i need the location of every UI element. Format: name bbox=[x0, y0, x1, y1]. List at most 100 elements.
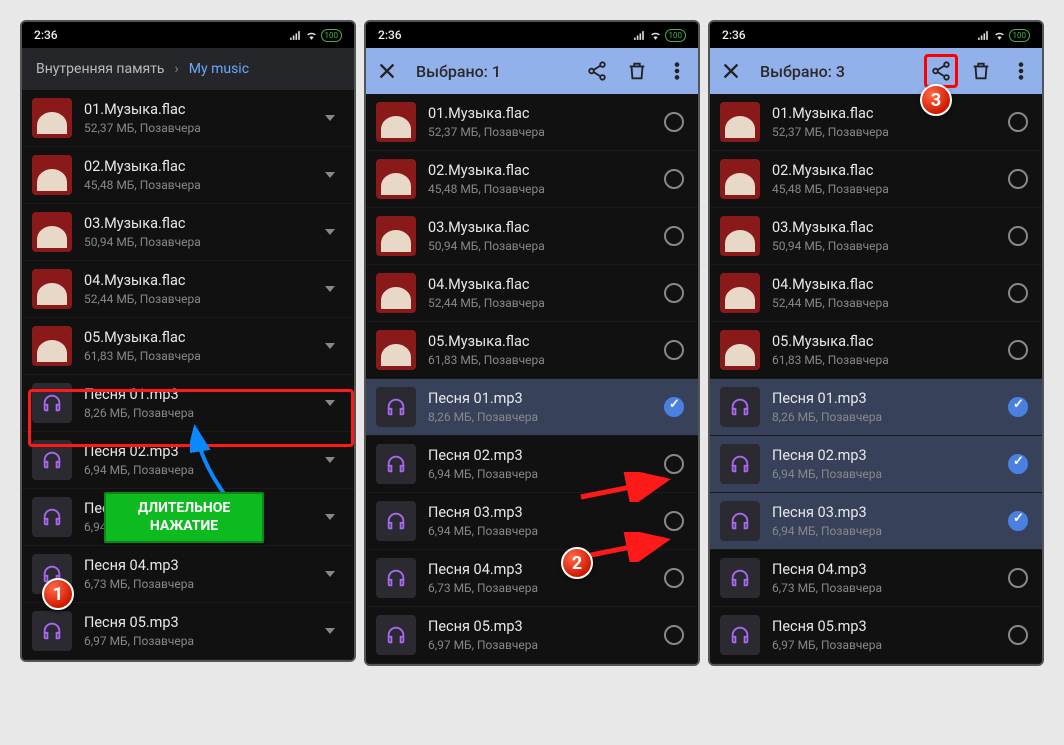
select-checkbox[interactable] bbox=[662, 169, 686, 189]
file-row[interactable]: 03.Музыка.flac50,94 МБ, Позавчера bbox=[22, 204, 354, 261]
file-row[interactable]: 03.Музыка.flac50,94 МБ, Позавчера bbox=[710, 208, 1042, 265]
file-row[interactable]: Песня 01.mp38,26 МБ, Позавчера bbox=[366, 379, 698, 436]
expand-chevron[interactable] bbox=[318, 343, 342, 349]
checkbox-checked-icon bbox=[1008, 511, 1028, 531]
file-row[interactable]: Песня 01.mp38,26 МБ, Позавчера bbox=[710, 379, 1042, 436]
file-row[interactable]: 01.Музыка.flac52,37 МБ, Позавчера bbox=[22, 90, 354, 147]
file-row[interactable]: 01.Музыка.flac52,37 МБ, Позавчера bbox=[366, 94, 698, 151]
expand-chevron[interactable] bbox=[318, 571, 342, 577]
delete-button[interactable] bbox=[626, 60, 648, 82]
select-checkbox[interactable] bbox=[662, 283, 686, 303]
close-button[interactable] bbox=[720, 60, 742, 82]
checkbox-icon bbox=[664, 283, 684, 303]
checkbox-icon bbox=[1008, 112, 1028, 132]
select-checkbox[interactable] bbox=[662, 454, 686, 474]
checkbox-checked-icon bbox=[1008, 397, 1028, 417]
file-row[interactable]: Песня 05.mp36,97 МБ, Позавчера bbox=[22, 603, 354, 660]
select-checkbox[interactable] bbox=[1006, 283, 1030, 303]
select-checkbox[interactable] bbox=[1006, 568, 1030, 588]
share-button[interactable] bbox=[930, 60, 952, 82]
select-checkbox[interactable] bbox=[662, 112, 686, 132]
file-row[interactable]: Песня 02.mp36,94 МБ, Позавчера bbox=[22, 432, 354, 489]
select-checkbox[interactable] bbox=[662, 625, 686, 645]
file-row[interactable]: Песня 05.mp36,97 МБ, Позавчера bbox=[710, 607, 1042, 664]
file-row[interactable]: Песня 04.mp36,73 МБ, Позавчера bbox=[366, 550, 698, 607]
expand-chevron[interactable] bbox=[318, 457, 342, 463]
file-row[interactable]: 05.Музыка.flac61,83 МБ, Позавчера bbox=[710, 322, 1042, 379]
file-name: Песня 02.mp3 bbox=[772, 447, 994, 464]
breadcrumb-root[interactable]: Внутренняя память bbox=[36, 61, 165, 77]
file-name: Песня 05.mp3 bbox=[84, 614, 306, 631]
clock: 2:36 bbox=[34, 28, 58, 42]
file-row[interactable]: 05.Музыка.flac61,83 МБ, Позавчера bbox=[366, 322, 698, 379]
expand-chevron[interactable] bbox=[318, 286, 342, 292]
file-info: 04.Музыка.flac52,44 МБ, Позавчера bbox=[84, 272, 306, 306]
more-button[interactable] bbox=[666, 60, 688, 82]
close-button[interactable] bbox=[376, 60, 398, 82]
file-row[interactable]: Песня 02.mp36,94 МБ, Позавчера bbox=[366, 436, 698, 493]
file-row[interactable]: 02.Музыка.flac45,48 МБ, Позавчера bbox=[366, 151, 698, 208]
expand-chevron[interactable] bbox=[318, 172, 342, 178]
annotation-callout: ДЛИТЕЛЬНОЕ НАЖАТИЕ bbox=[104, 492, 264, 543]
file-info: 04.Музыка.flac52,44 МБ, Позавчера bbox=[772, 276, 994, 310]
file-row[interactable]: 01.Музыка.flac52,37 МБ, Позавчера bbox=[710, 94, 1042, 151]
select-checkbox[interactable] bbox=[1006, 112, 1030, 132]
select-checkbox[interactable] bbox=[1006, 397, 1030, 417]
album-thumb bbox=[376, 216, 416, 256]
file-row[interactable]: 02.Музыка.flac45,48 МБ, Позавчера bbox=[22, 147, 354, 204]
selection-toolbar: Выбрано: 1 bbox=[366, 48, 698, 94]
file-name: 01.Музыка.flac bbox=[428, 105, 650, 122]
expand-chevron[interactable] bbox=[318, 400, 342, 406]
select-checkbox[interactable] bbox=[1006, 454, 1030, 474]
expand-chevron[interactable] bbox=[318, 229, 342, 235]
file-row[interactable]: Песня 03.mp36,94 МБ, Позавчера bbox=[366, 493, 698, 550]
file-name: 05.Музыка.flac bbox=[428, 333, 650, 350]
checkbox-icon bbox=[1008, 340, 1028, 360]
file-row[interactable]: 05.Музыка.flac61,83 МБ, Позавчера bbox=[22, 318, 354, 375]
breadcrumb[interactable]: Внутренняя память › My music bbox=[22, 48, 354, 90]
share-button[interactable] bbox=[586, 60, 608, 82]
file-row[interactable]: Песня 05.mp36,97 МБ, Позавчера bbox=[366, 607, 698, 664]
file-row[interactable]: Песня 02.mp36,94 МБ, Позавчера bbox=[710, 436, 1042, 493]
expand-chevron[interactable] bbox=[318, 628, 342, 634]
file-name: Песня 04.mp3 bbox=[772, 561, 994, 578]
select-checkbox[interactable] bbox=[662, 568, 686, 588]
select-checkbox[interactable] bbox=[1006, 169, 1030, 189]
file-meta: 45,48 МБ, Позавчера bbox=[84, 178, 306, 192]
file-row[interactable]: 04.Музыка.flac52,44 МБ, Позавчера bbox=[710, 265, 1042, 322]
album-thumb bbox=[720, 330, 760, 370]
select-checkbox[interactable] bbox=[1006, 625, 1030, 645]
file-row[interactable]: 02.Музыка.flac45,48 МБ, Позавчера bbox=[710, 151, 1042, 208]
file-meta: 52,37 МБ, Позавчера bbox=[772, 125, 994, 139]
file-row[interactable]: 04.Музыка.flac52,44 МБ, Позавчера bbox=[366, 265, 698, 322]
select-checkbox[interactable] bbox=[662, 397, 686, 417]
headphones-icon bbox=[720, 387, 760, 427]
signal-icon bbox=[977, 29, 990, 42]
checkbox-icon bbox=[664, 454, 684, 474]
album-thumb bbox=[32, 212, 72, 252]
select-checkbox[interactable] bbox=[1006, 511, 1030, 531]
file-meta: 45,48 МБ, Позавчера bbox=[772, 182, 994, 196]
file-row[interactable]: Песня 04.mp36,73 МБ, Позавчера bbox=[710, 550, 1042, 607]
select-checkbox[interactable] bbox=[1006, 340, 1030, 360]
select-checkbox[interactable] bbox=[662, 226, 686, 246]
album-thumb bbox=[720, 159, 760, 199]
file-row[interactable]: Песня 03.mp36,94 МБ, Позавчера bbox=[710, 493, 1042, 550]
more-button[interactable] bbox=[1010, 60, 1032, 82]
album-thumb bbox=[32, 98, 72, 138]
file-row[interactable]: 03.Музыка.flac50,94 МБ, Позавчера bbox=[366, 208, 698, 265]
file-row[interactable]: Песня 01.mp38,26 МБ, Позавчера bbox=[22, 375, 354, 432]
file-row[interactable]: 04.Музыка.flac52,44 МБ, Позавчера bbox=[22, 261, 354, 318]
select-checkbox[interactable] bbox=[1006, 226, 1030, 246]
expand-chevron[interactable] bbox=[318, 514, 342, 520]
select-checkbox[interactable] bbox=[662, 511, 686, 531]
select-checkbox[interactable] bbox=[662, 340, 686, 360]
album-thumb bbox=[376, 273, 416, 313]
headphones-icon bbox=[376, 501, 416, 541]
checkbox-icon bbox=[664, 340, 684, 360]
expand-chevron[interactable] bbox=[318, 115, 342, 121]
selection-toolbar: Выбрано: 3 bbox=[710, 48, 1042, 94]
file-name: Песня 04.mp3 bbox=[84, 557, 306, 574]
headphones-icon bbox=[376, 615, 416, 655]
delete-button[interactable] bbox=[970, 60, 992, 82]
